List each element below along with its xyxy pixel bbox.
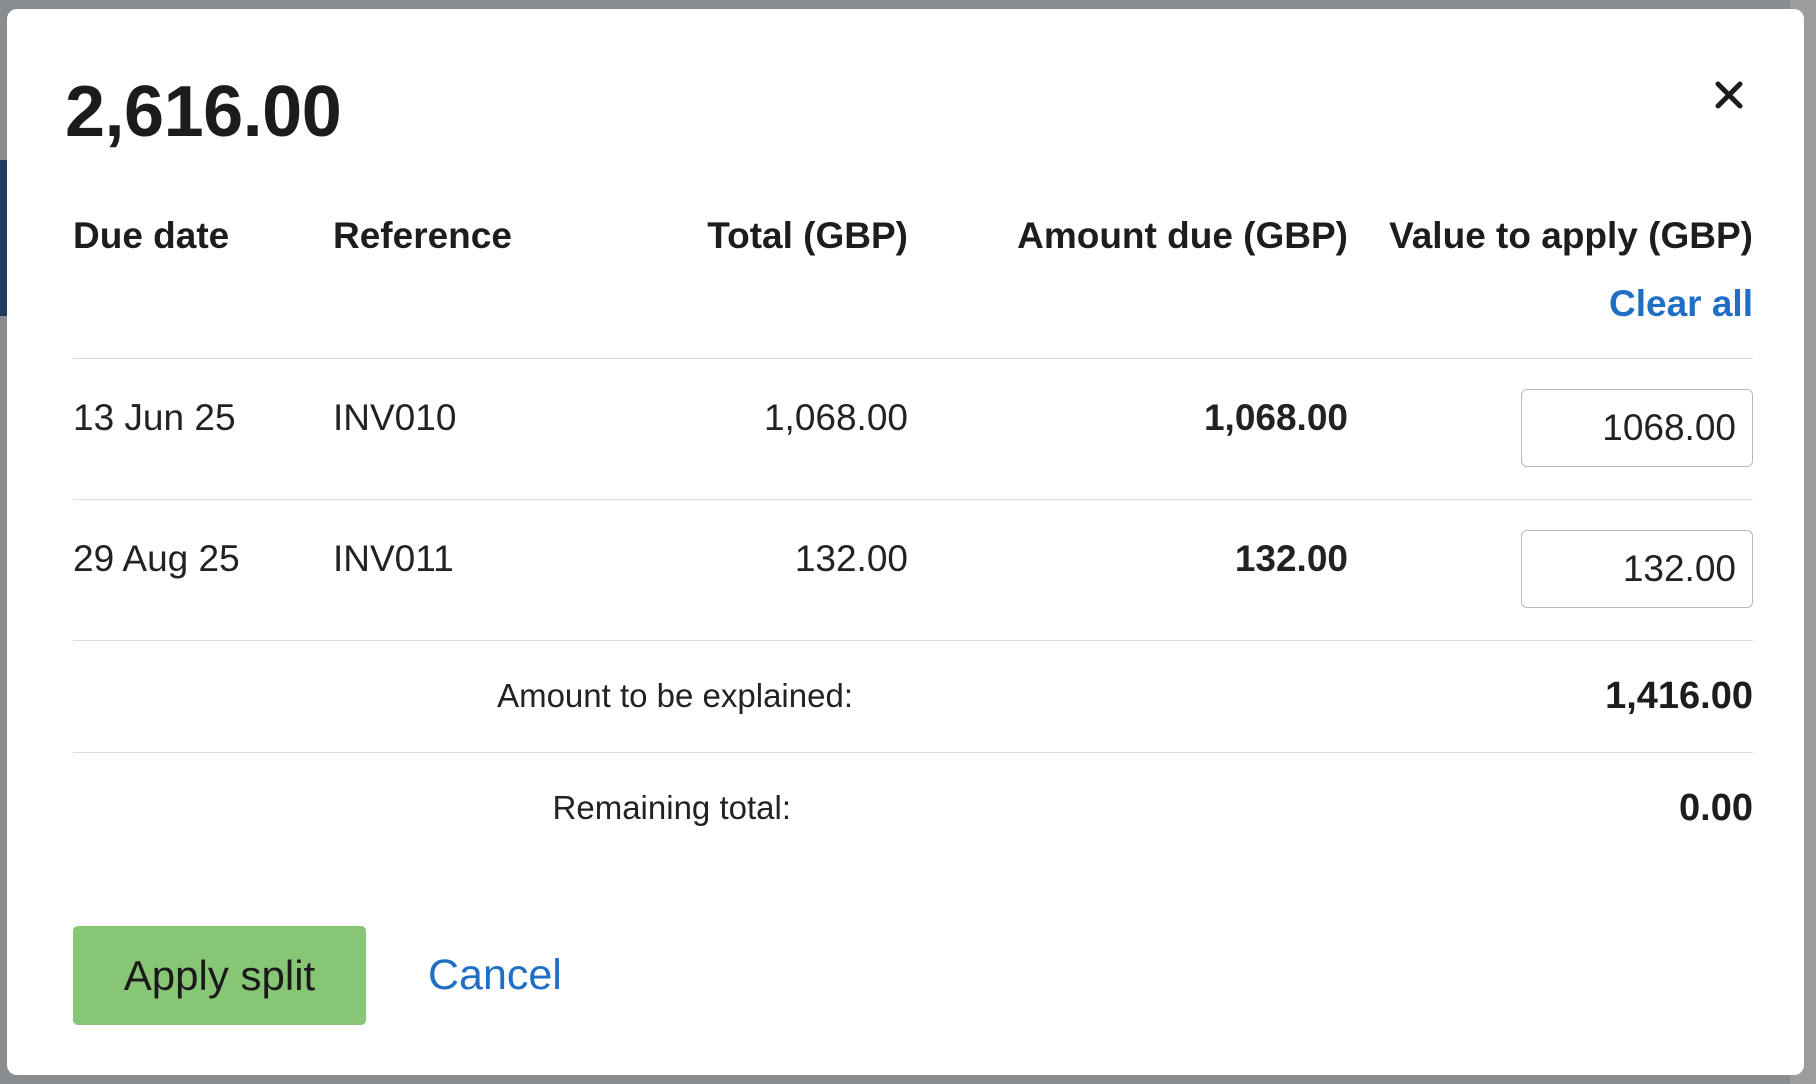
reference-cell: INV010 xyxy=(333,397,457,438)
remaining-total-value: 0.00 xyxy=(1679,787,1753,829)
amount-to-be-explained-value: 1,416.00 xyxy=(1605,675,1753,717)
cancel-link[interactable]: Cancel xyxy=(428,951,562,1000)
column-header-amount-due: Amount due (GBP) xyxy=(1017,215,1348,256)
column-header-reference: Reference xyxy=(333,215,512,256)
due-date-cell: 29 Aug 25 xyxy=(73,538,240,579)
split-payment-dialog: 2,616.00 Due date Reference Total (GBP) … xyxy=(7,9,1804,1075)
value-to-apply-input[interactable] xyxy=(1521,389,1753,467)
amount-to-be-explained-label: Amount to be explained: xyxy=(497,677,853,714)
table-row: 13 Jun 25 INV010 1,068.00 1,068.00 xyxy=(73,359,1753,500)
total-cell: 1,068.00 xyxy=(763,397,908,438)
remaining-total-label: Remaining total: xyxy=(552,789,791,826)
amount-due-cell: 132.00 xyxy=(1234,538,1348,579)
due-date-cell: 13 Jun 25 xyxy=(73,397,236,438)
value-to-apply-input[interactable] xyxy=(1521,530,1753,608)
apply-split-button[interactable]: Apply split xyxy=(73,926,366,1025)
column-header-value-to-apply: Value to apply (GBP) xyxy=(1389,215,1753,256)
amount-to-be-explained-row: Amount to be explained: 1,416.00 xyxy=(73,641,1753,753)
close-button[interactable] xyxy=(1705,71,1753,119)
dialog-title-amount: 2,616.00 xyxy=(65,72,342,152)
column-header-due-date: Due date xyxy=(73,215,230,256)
remaining-total-row: Remaining total: 0.00 xyxy=(73,753,1753,865)
reference-cell: INV011 xyxy=(333,538,454,579)
invoice-split-table: Due date Reference Total (GBP) Amount du… xyxy=(73,179,1753,865)
column-header-total: Total (GBP) xyxy=(707,215,908,256)
total-cell: 132.00 xyxy=(794,538,908,579)
table-header-row: Due date Reference Total (GBP) Amount du… xyxy=(73,179,1753,359)
table-row: 29 Aug 25 INV011 132.00 132.00 xyxy=(73,500,1753,641)
close-icon xyxy=(1715,81,1743,109)
clear-all-link[interactable]: Clear all xyxy=(1609,283,1753,325)
amount-due-cell: 1,068.00 xyxy=(1203,397,1348,438)
